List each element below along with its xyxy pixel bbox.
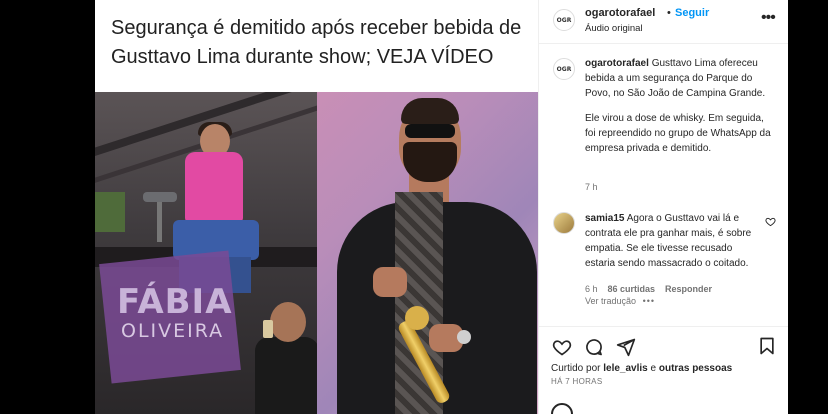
liked-by-conjunction: e	[650, 363, 657, 374]
watermark-subtext: OLIVEIRA	[121, 320, 225, 342]
microphone-head	[405, 306, 429, 330]
singer-pink-shirt	[185, 152, 243, 222]
post-caption: ogarotorafael Gusttavo Lima ofereceu beb…	[585, 56, 775, 166]
bookmark-icon[interactable]	[757, 336, 779, 358]
caption-username[interactable]: ogarotorafael	[585, 58, 649, 69]
avatar-text: OGR	[556, 16, 572, 24]
avatar[interactable]	[553, 212, 575, 234]
wristwatch	[457, 330, 471, 344]
liked-by-text: Curtido por lele_avlis e outras pessoas	[551, 363, 732, 374]
post-headline: Segurança é demitido após receber bebida…	[111, 17, 522, 68]
stool-seat	[143, 192, 177, 202]
singer-hair	[401, 98, 459, 124]
post-timestamp[interactable]: HÁ 7 HORAS	[551, 377, 602, 386]
post-modal: Segurança é demitido após receber bebida…	[95, 0, 788, 414]
liked-by-prefix: Curtido por	[551, 363, 601, 374]
guard-head	[270, 302, 306, 342]
singer-hand	[373, 267, 407, 297]
share-icon[interactable]	[615, 336, 637, 358]
emoji-icon[interactable]	[551, 403, 573, 414]
comments-section[interactable]: OGR ogarotorafael Gusttavo Lima ofereceu…	[539, 44, 788, 324]
post-actions: Curtido por lele_avlis e outras pessoas …	[539, 326, 788, 414]
drink-cup	[263, 320, 273, 338]
follow-button[interactable]: Seguir	[675, 7, 709, 19]
avatar[interactable]: OGR	[553, 9, 575, 31]
liked-by-others[interactable]: outras pessoas	[659, 363, 732, 374]
see-translation-link[interactable]: Ver tradução •••	[585, 296, 655, 306]
post-header: OGR ogarotorafael • Seguir Áudio origina…	[539, 0, 788, 44]
separator-dot: •	[667, 7, 671, 19]
caption-text: Ele virou a dose de whisky. Em seguida, …	[585, 113, 771, 154]
guard-body	[255, 337, 317, 414]
reply-button[interactable]: Responder	[665, 284, 712, 294]
comment-likes-count[interactable]: 86 curtidas	[608, 284, 656, 294]
see-translation-label[interactable]: Ver tradução	[585, 296, 636, 306]
comment-item: samia15 Agora o Gusttavo vai lá e contra…	[585, 211, 763, 271]
comment-username[interactable]: samia15	[585, 213, 624, 224]
post-media[interactable]: Segurança é demitido após receber bebida…	[95, 0, 539, 414]
photo-singer-right	[317, 92, 538, 414]
comment-timestamp[interactable]: 6 h	[585, 284, 598, 294]
caption-timestamp[interactable]: 7 h	[585, 182, 598, 192]
comment-meta: 6 h 86 curtidas Responder	[585, 284, 712, 294]
post-side-panel: OGR ogarotorafael • Seguir Áudio origina…	[539, 0, 788, 414]
singer-sunglasses	[405, 124, 455, 138]
stool-leg	[157, 202, 162, 242]
photo-concert-left: FÁBIA OLIVEIRA	[95, 92, 317, 414]
audio-label[interactable]: Áudio original	[585, 23, 643, 34]
watermark-text: FÁBIA	[117, 282, 233, 322]
username-link[interactable]: ogarotorafael	[585, 7, 655, 19]
comment-more-icon[interactable]: •••	[643, 296, 655, 306]
comment-icon[interactable]	[583, 336, 605, 358]
action-icons	[551, 336, 637, 358]
avatar-text: OGR	[556, 65, 572, 73]
more-options-icon[interactable]: •••	[761, 9, 776, 27]
avatar[interactable]: OGR	[553, 58, 575, 80]
comment-like-icon[interactable]	[765, 216, 776, 230]
liked-by-user[interactable]: lele_avlis	[603, 363, 647, 374]
heart-icon[interactable]	[551, 336, 573, 358]
stage-equipment	[95, 192, 125, 232]
